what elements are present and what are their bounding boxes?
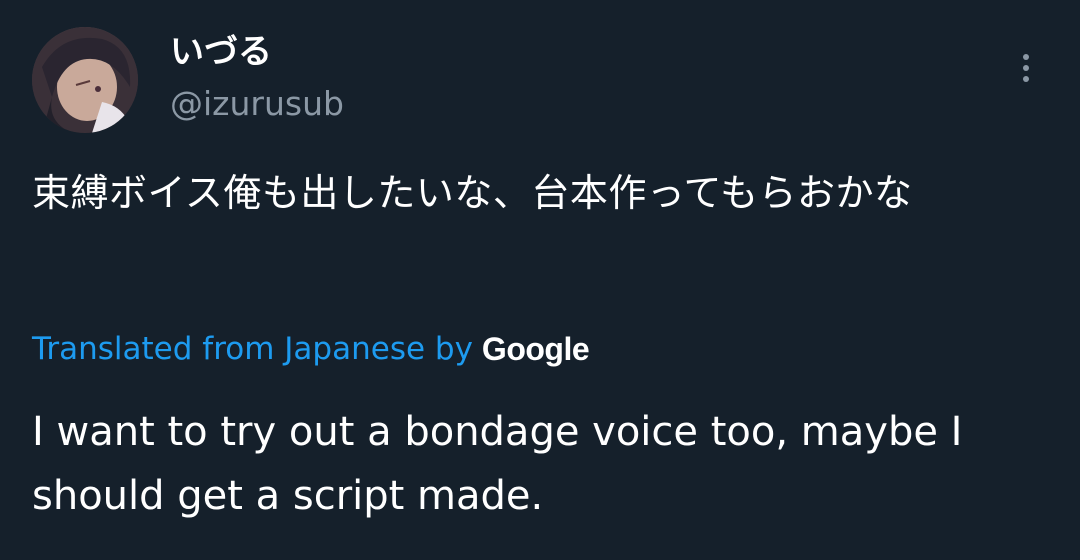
more-vertical-icon [1023, 54, 1029, 60]
more-options-button[interactable] [1008, 44, 1044, 92]
tweet-text: 束縛ボイス俺も出したいな、台本作ってもらおかな [32, 171, 913, 215]
avatar[interactable] [32, 27, 138, 133]
translated-text: I want to try out a bondage voice too, m… [32, 409, 963, 519]
more-vertical-icon [1023, 76, 1029, 82]
display-name[interactable]: いづる [170, 30, 272, 74]
user-handle[interactable]: @izurusub [170, 83, 344, 125]
google-logo: Google [481, 330, 590, 367]
translation-attribution-link[interactable]: Translated from Japanese by [32, 331, 473, 367]
translation-attribution: Translated from Japanese by Google [32, 325, 590, 373]
more-vertical-icon [1023, 65, 1029, 71]
avatar-image [32, 27, 138, 133]
